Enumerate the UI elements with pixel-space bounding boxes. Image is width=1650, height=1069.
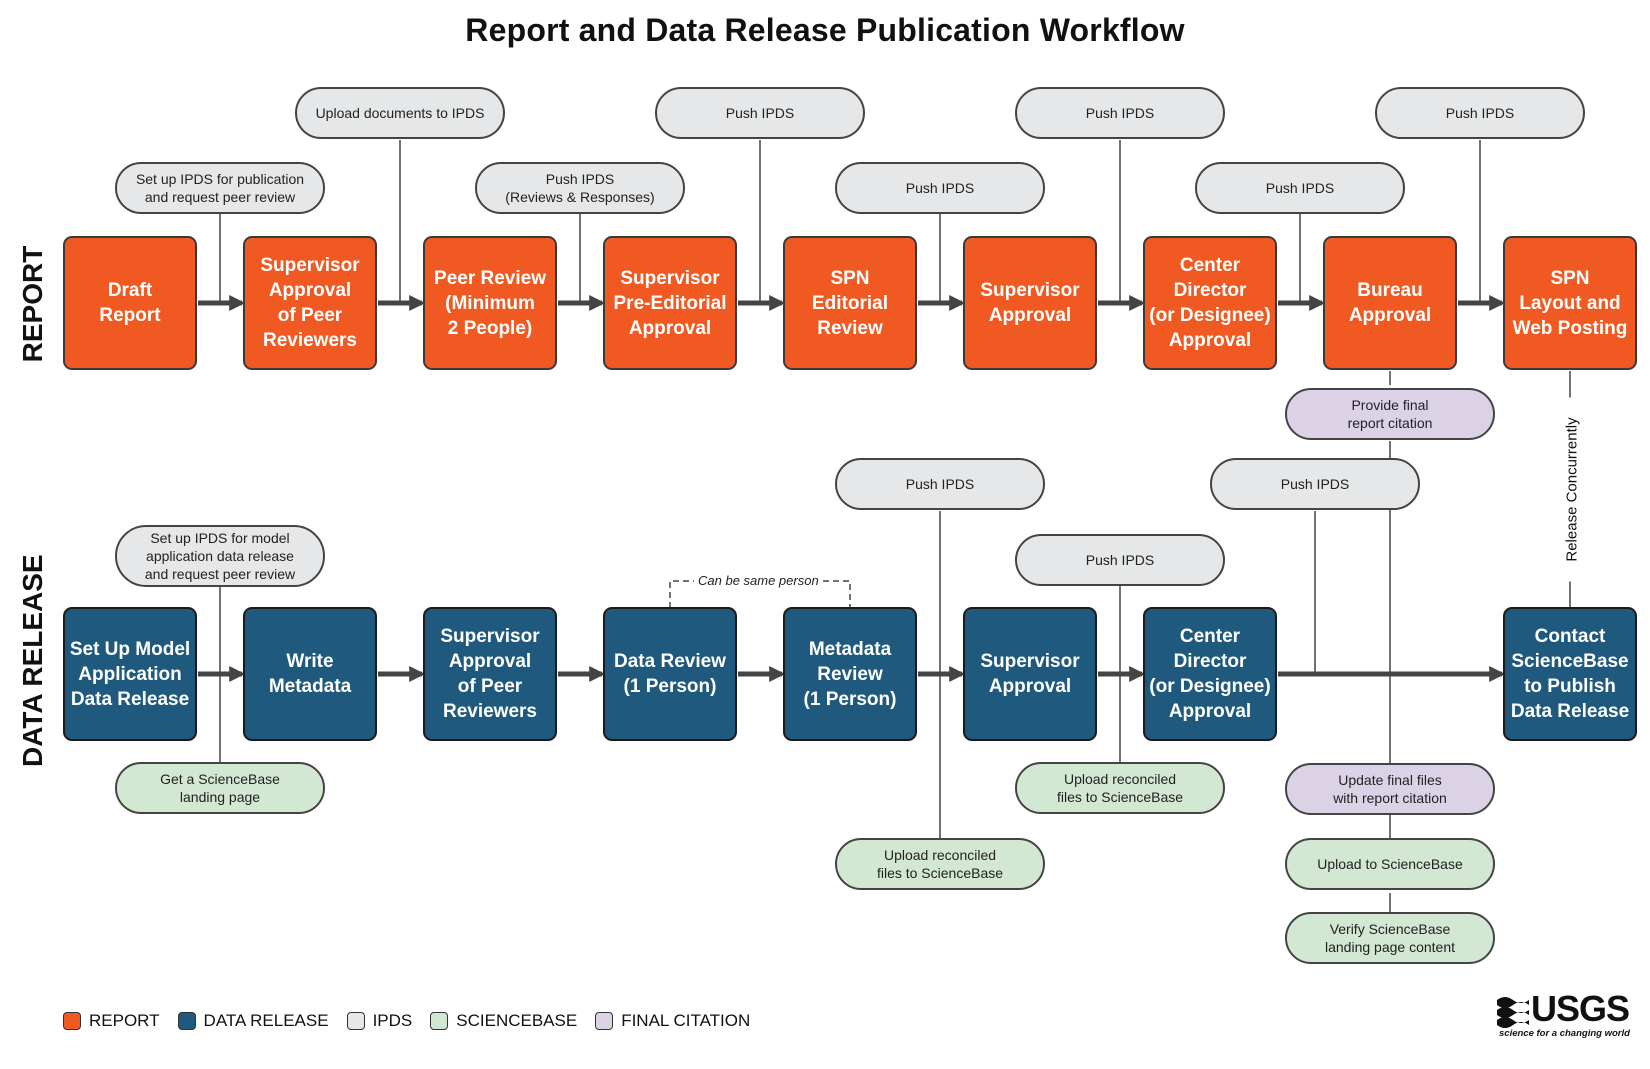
legend-item-data-release: DATA RELEASE (177, 1011, 329, 1031)
legend-item-sciencebase: SCIENCEBASE (430, 1011, 577, 1031)
data-step-center-director: Center Director (or Designee) Approval (1143, 607, 1277, 741)
usgs-logo-tagline: science for a changing world (1499, 1028, 1630, 1039)
legend-item-ipds: IPDS (346, 1011, 413, 1031)
citation-note-update: Update final files with report citation (1285, 763, 1495, 815)
ipds-note-push-reviews: Push IPDS (Reviews & Responses) (475, 162, 685, 214)
sciencebase-note-verify: Verify ScienceBase landing page content (1285, 912, 1495, 964)
legend-label-final-citation: FINAL CITATION (621, 1011, 751, 1030)
ipds-note-data-setup: Set up IPDS for model application data r… (115, 525, 325, 587)
ipds-note-push-bureau: Push IPDS (1375, 87, 1585, 139)
ipds-note-upload-documents: Upload documents to IPDS (295, 87, 505, 139)
legend-swatch-report (63, 1012, 81, 1030)
sciencebase-note-upload: Upload to ScienceBase (1285, 838, 1495, 890)
citation-note-provide: Provide final report citation (1285, 388, 1495, 440)
ipds-note-push-data-center-director: Push IPDS (1210, 458, 1420, 510)
ipds-note-push-supervisor: Push IPDS (1015, 87, 1225, 139)
report-step-spn-layout: SPN Layout and Web Posting (1503, 236, 1637, 370)
ipds-note-report-setup: Set up IPDS for publication and request … (115, 162, 325, 214)
sciencebase-note-upload-reconciled-2: Upload reconciled files to ScienceBase (1015, 762, 1225, 814)
data-step-write-metadata: Write Metadata (243, 607, 377, 741)
report-step-center-director: Center Director (or Designee) Approval (1143, 236, 1277, 370)
legend-label-sciencebase: SCIENCEBASE (456, 1011, 578, 1030)
row-label-data-release: DATA RELEASE (17, 554, 48, 767)
report-step-bureau-approval: Bureau Approval (1323, 236, 1457, 370)
legend: REPORT DATA RELEASE IPDS SCIENCEBASE FIN… (63, 1011, 750, 1031)
usgs-logo: USGS science for a changing world (1497, 988, 1630, 1042)
legend-item-report: REPORT (63, 1011, 160, 1031)
data-step-supervisor-approval-peer-reviewers: Supervisor Approval of Peer Reviewers (423, 607, 557, 741)
legend-label-data-release: DATA RELEASE (203, 1011, 329, 1030)
same-person-annotation: Can be same person (694, 573, 823, 588)
report-step-spn-editorial-review: SPN Editorial Review (783, 236, 917, 370)
page-title: Report and Data Release Publication Work… (465, 12, 1185, 48)
sciencebase-note-upload-reconciled-1: Upload reconciled files to ScienceBase (835, 838, 1045, 890)
report-step-peer-review: Peer Review (Minimum 2 People) (423, 236, 557, 370)
data-step-supervisor-approval: Supervisor Approval (963, 607, 1097, 741)
data-step-data-review: Data Review (1 Person) (603, 607, 737, 741)
data-step-setup: Set Up Model Application Data Release (63, 607, 197, 741)
sciencebase-note-landing-page: Get a ScienceBase landing page (115, 762, 325, 814)
ipds-note-push-pre-editorial: Push IPDS (655, 87, 865, 139)
ipds-note-push-metadata-review: Push IPDS (835, 458, 1045, 510)
legend-swatch-data-release (177, 1012, 196, 1030)
legend-swatch-ipds (346, 1012, 365, 1030)
legend-label-ipds: IPDS (372, 1011, 413, 1030)
ipds-note-push-center-director: Push IPDS (1195, 162, 1405, 214)
usgs-wave-icon (1497, 997, 1529, 1028)
row-label-report: REPORT (17, 245, 48, 363)
report-step-supervisor-approval: Supervisor Approval (963, 236, 1097, 370)
legend-label-report: REPORT (89, 1011, 160, 1030)
ipds-note-push-data-supervisor: Push IPDS (1015, 534, 1225, 586)
data-step-contact-sciencebase: Contact ScienceBase to Publish Data Rele… (1503, 607, 1637, 741)
release-concurrently-label: Release Concurrently (1563, 397, 1581, 582)
report-step-draft: Draft Report (63, 236, 197, 370)
ipds-note-push-editorial: Push IPDS (835, 162, 1045, 214)
usgs-logo-text: USGS (1531, 988, 1630, 1029)
legend-swatch-sciencebase (430, 1012, 449, 1030)
data-step-metadata-review: Metadata Review (1 Person) (783, 607, 917, 741)
legend-swatch-final-citation (595, 1012, 614, 1030)
report-step-supervisor-pre-editorial: Supervisor Pre-Editorial Approval (603, 236, 737, 370)
legend-item-final-citation: FINAL CITATION (595, 1011, 750, 1031)
report-step-supervisor-approval-peer-reviewers: Supervisor Approval of Peer Reviewers (243, 236, 377, 370)
